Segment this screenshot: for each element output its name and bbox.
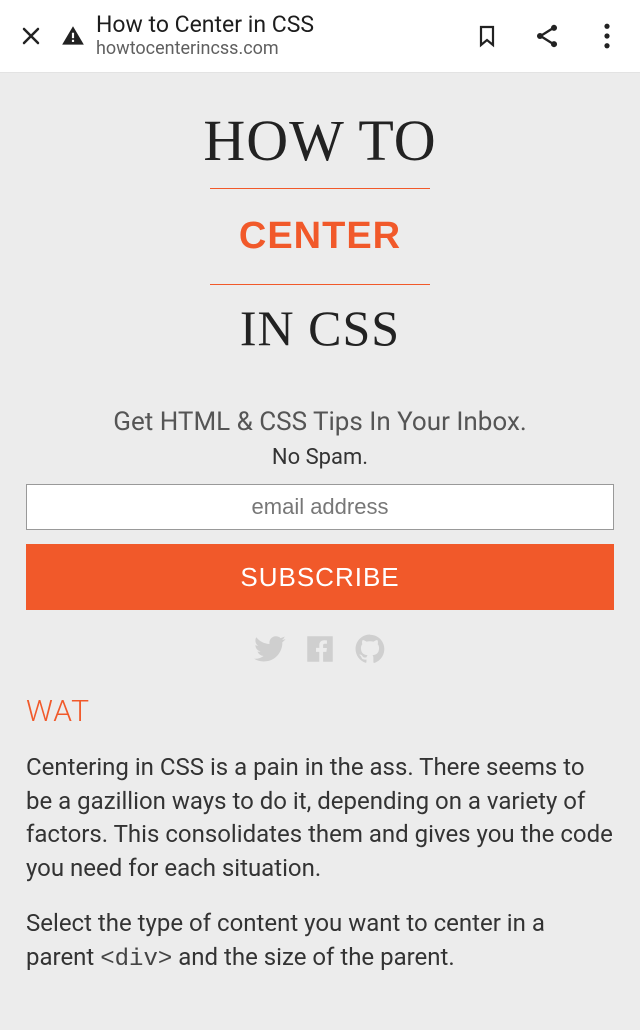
paragraph-1: Centering in CSS is a pain in the ass. T…	[26, 751, 614, 885]
page-url: howtocenterincss.com	[96, 39, 314, 60]
hero: HOW TO CENTER IN CSS	[26, 101, 614, 363]
code-snippet: <div>	[100, 946, 172, 973]
page-title-block: How to Center in CSS howtocenterincss.co…	[96, 12, 314, 59]
paragraph-2: Select the type of content you want to c…	[26, 907, 614, 976]
browser-toolbar: How to Center in CSS howtocenterincss.co…	[0, 0, 640, 73]
menu-icon[interactable]	[592, 21, 622, 51]
newsletter-section: Get HTML & CSS Tips In Your Inbox. No Sp…	[26, 407, 614, 666]
divider	[210, 284, 430, 285]
subscribe-button[interactable]: SUBSCRIBE	[26, 544, 614, 610]
twitter-icon[interactable]	[253, 632, 287, 666]
social-icons	[26, 632, 614, 666]
close-icon[interactable]	[14, 19, 48, 53]
hero-line-1: HOW TO	[26, 101, 614, 180]
warning-icon	[60, 23, 86, 49]
section-heading: WAT	[26, 694, 614, 729]
toolbar-actions	[472, 21, 622, 51]
facebook-icon[interactable]	[303, 632, 337, 666]
bookmark-icon[interactable]	[472, 21, 502, 51]
email-field[interactable]	[26, 484, 614, 530]
github-icon[interactable]	[353, 632, 387, 666]
site-info[interactable]: How to Center in CSS howtocenterincss.co…	[60, 12, 472, 59]
hero-line-3: IN CSS	[26, 293, 614, 363]
share-icon[interactable]	[532, 21, 562, 51]
hero-line-2: CENTER	[26, 197, 614, 276]
newsletter-heading: Get HTML & CSS Tips In Your Inbox.	[26, 407, 614, 437]
newsletter-subheading: No Spam.	[26, 445, 614, 470]
page-content: HOW TO CENTER IN CSS Get HTML & CSS Tips…	[0, 73, 640, 1030]
para2-text-b: and the size of the parent.	[172, 943, 454, 971]
divider	[210, 188, 430, 189]
page-title: How to Center in CSS	[96, 12, 314, 38]
